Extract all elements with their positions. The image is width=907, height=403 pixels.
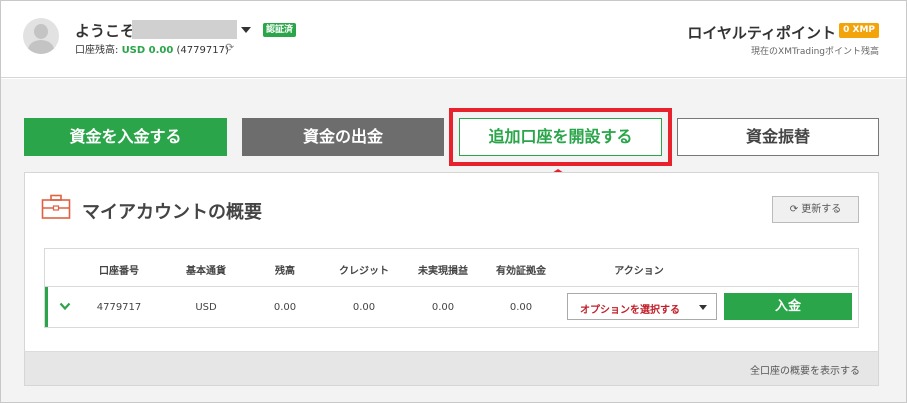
refresh-icon: ⟳: [789, 204, 799, 215]
loyalty-points-subtitle: 現在のXMTradingポイント残高: [751, 47, 879, 57]
refresh-icon[interactable]: ⟳: [225, 41, 234, 54]
withdraw-funds-button[interactable]: 資金の出金: [242, 118, 444, 156]
verified-badge: 認証済: [263, 23, 297, 37]
accounts-table: 口座番号 基本通貨 残高 クレジット 未実現損益 有効証拠金 アクション 477…: [44, 248, 859, 328]
account-reference: (4779717): [173, 45, 229, 56]
unrealized-pnl-cell: 0.00: [431, 302, 455, 313]
chevron-down-icon[interactable]: [241, 27, 251, 33]
column-header: 口座番号: [99, 266, 139, 277]
transfer-funds-button[interactable]: 資金振替: [677, 118, 879, 156]
chevron-down-icon[interactable]: [59, 300, 71, 312]
header: ようこそ 認証済 口座残高: USD 0.00 (4779717) ⟳ ロイヤル…: [1, 1, 906, 78]
overview-title: マイアカウントの概要: [82, 202, 262, 223]
option-select-dropdown[interactable]: オプションを選択する: [567, 293, 717, 320]
column-header: アクション: [614, 266, 664, 277]
credit-cell: 0.00: [352, 302, 376, 313]
column-header: 未実現損益: [418, 266, 468, 277]
xmp-points-badge: 0 XMP: [839, 23, 879, 38]
overview-footer: 全口座の概要を表示する: [24, 351, 879, 386]
column-header: 有効証拠金: [496, 266, 546, 277]
refresh-button[interactable]: ⟳ 更新する: [772, 196, 859, 223]
table-header: 口座番号 基本通貨 残高 クレジット 未実現損益 有効証拠金 アクション: [45, 249, 858, 287]
welcome-text: ようこそ: [75, 22, 136, 40]
column-header: クレジット: [339, 266, 389, 277]
equity-cell: 0.00: [509, 302, 533, 313]
balance-label: 口座残高:: [75, 45, 122, 56]
avatar-head-icon: [34, 24, 48, 39]
refresh-label: 更新する: [801, 204, 842, 215]
base-currency: USD: [195, 302, 217, 313]
briefcase-icon: [41, 194, 71, 219]
masked-username: [132, 20, 237, 39]
row-deposit-button[interactable]: 入金: [724, 293, 852, 320]
deposit-funds-button[interactable]: 資金を入金する: [24, 118, 227, 156]
highlight-annotation-box: [449, 108, 672, 166]
loyalty-points-title: ロイヤルティポイント: [687, 24, 836, 42]
column-header: 基本通貨: [186, 266, 226, 277]
option-select-label: オプションを選択する: [580, 305, 680, 316]
avatar-body-icon: [28, 40, 54, 54]
avatar[interactable]: [23, 18, 59, 54]
view-all-accounts-link[interactable]: 全口座の概要を表示する: [750, 362, 860, 377]
column-header: 残高: [275, 266, 295, 277]
account-number: 4779717: [96, 302, 142, 313]
table-row: 4779717 USD 0.00 0.00 0.00 0.00 オプションを選択…: [45, 287, 858, 327]
chevron-down-icon: [699, 305, 707, 310]
balance-cell: 0.00: [273, 302, 297, 313]
balance-value: USD 0.00: [121, 45, 174, 56]
account-balance: 口座残高: USD 0.00 (4779717): [75, 41, 229, 56]
